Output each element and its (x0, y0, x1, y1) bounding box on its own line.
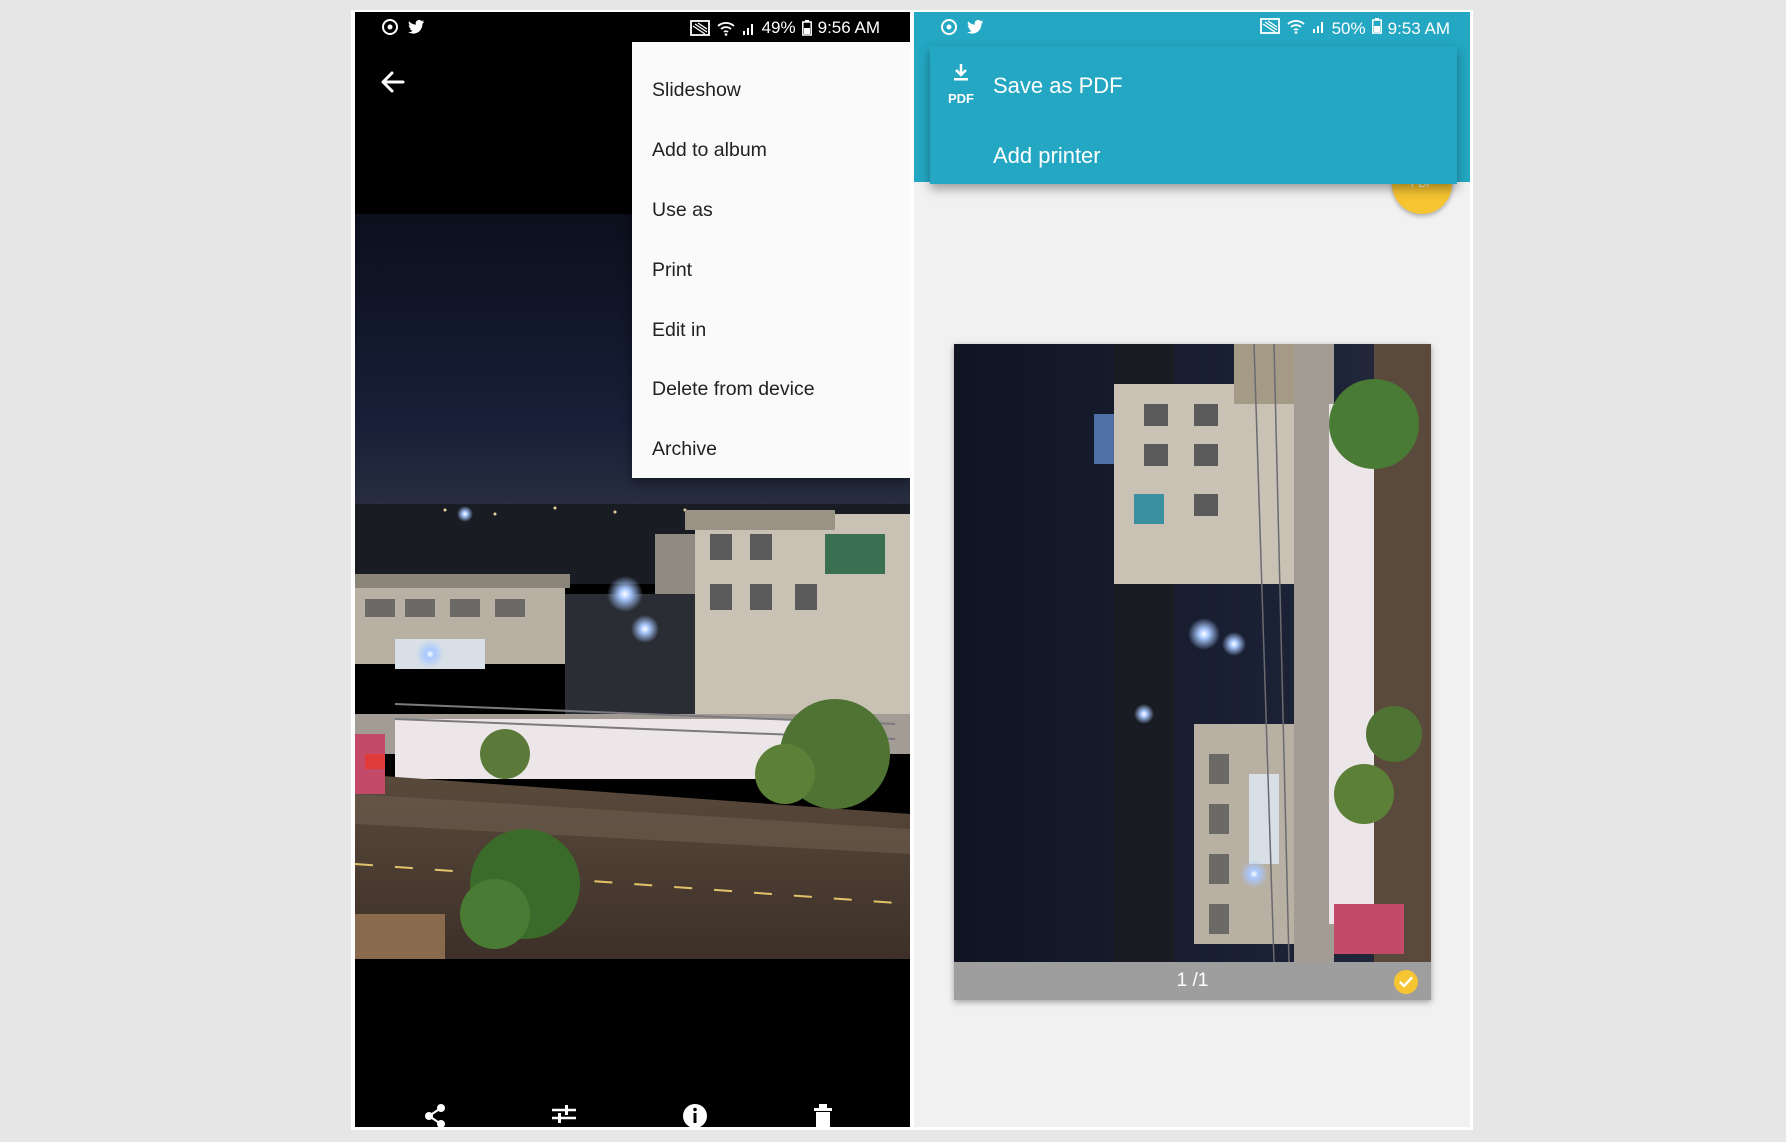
cast-icon (689, 20, 710, 36)
cast-icon (1259, 18, 1280, 39)
pdf-icon-text: PDF (948, 91, 974, 106)
menu-item-delete-from-device[interactable]: Delete from device (652, 378, 815, 401)
back-arrow-icon[interactable] (375, 64, 411, 100)
page-selected-check-icon[interactable] (1394, 970, 1418, 994)
overflow-menu: Slideshow Add to album Use as Print Edit… (632, 42, 910, 478)
pdf-download-icon: PDF (943, 62, 979, 106)
battery-icon (1371, 18, 1382, 39)
menu-item-archive[interactable]: Archive (652, 438, 717, 461)
battery-icon (801, 20, 812, 36)
edit-sliders-icon[interactable] (549, 1102, 579, 1127)
bottom-action-bar (355, 1102, 910, 1127)
menu-item-print[interactable]: Print (652, 259, 692, 282)
signal-icon (742, 20, 756, 36)
printer-dropdown: PDF Save as PDF Add printer (930, 46, 1457, 184)
rotated-night-photo (954, 344, 1431, 962)
photos-app-screen: 49% 9:56 AM Slideshow Add to album Use a… (355, 12, 910, 1127)
status-bar: 50% 9:53 AM (914, 12, 1470, 44)
print-preview-page[interactable]: 1 /1 (954, 344, 1431, 1000)
clock: 9:56 AM (817, 18, 880, 37)
wifi-icon (716, 20, 736, 36)
menu-item-use-as[interactable]: Use as (652, 199, 713, 222)
menu-item-slideshow[interactable]: Slideshow (652, 79, 741, 102)
menu-item-edit-in[interactable]: Edit in (652, 319, 706, 342)
twitter-icon (966, 19, 984, 40)
add-printer-option[interactable]: Add printer (993, 143, 1101, 169)
delete-icon[interactable] (808, 1102, 838, 1127)
battery-percent: 50% (1331, 18, 1366, 38)
clock: 9:53 AM (1387, 18, 1450, 38)
share-icon[interactable] (421, 1102, 451, 1127)
page-count: 1 /1 (1176, 970, 1209, 991)
status-bar: 49% 9:56 AM (355, 12, 910, 44)
camera-sync-icon (381, 18, 399, 36)
twitter-icon (407, 19, 425, 35)
info-icon[interactable] (680, 1102, 710, 1127)
page-footer: 1 /1 (954, 962, 1431, 1000)
signal-icon (1312, 18, 1326, 39)
print-preview-screen: 50% 9:53 AM PDF PDF Save as PDF Add prin… (914, 12, 1470, 1127)
save-as-pdf-option[interactable]: Save as PDF (993, 73, 1123, 99)
camera-sync-icon (940, 18, 958, 41)
wifi-icon (1286, 18, 1306, 39)
battery-percent: 49% (761, 18, 796, 37)
menu-item-add-to-album[interactable]: Add to album (652, 139, 767, 162)
